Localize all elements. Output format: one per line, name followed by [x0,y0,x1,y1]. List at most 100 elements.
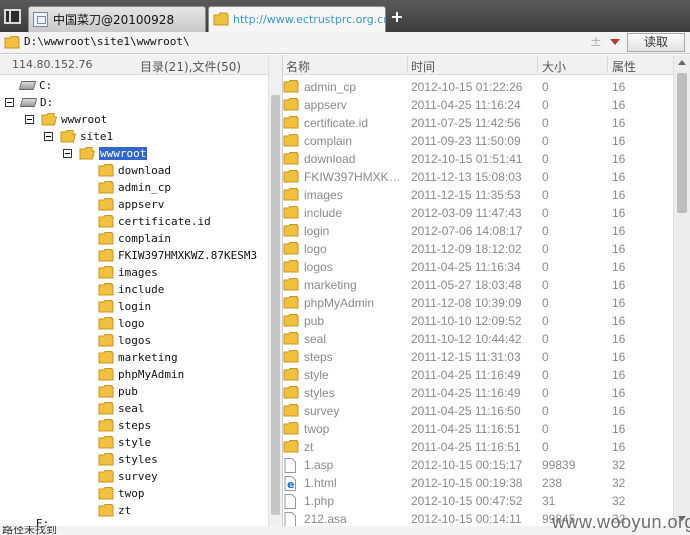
path-input[interactable]: D:\wwwroot\site1\wwwroot\ [24,35,190,48]
file-row[interactable]: certificate.id 2011-07-25 11:42:56 0 16 [283,114,673,132]
file-row[interactable]: pub 2011-10-10 12:09:52 0 16 [283,312,673,330]
file-size: 0 [542,314,549,328]
tree-folder[interactable]: phpMyAdmin [98,366,184,383]
tree-folder[interactable]: complain [98,230,171,247]
tree-folder[interactable]: marketing [98,349,178,366]
file-row[interactable]: survey 2011-04-25 11:16:50 0 16 [283,402,673,420]
tree-folder[interactable]: certificate.id [98,213,211,230]
file-row[interactable]: logo 2011-12-09 18:12:02 0 16 [283,240,673,258]
tree-folder[interactable]: twop [98,485,145,502]
scroll-thumb[interactable] [677,73,687,213]
file-name: login [304,224,330,238]
column-size[interactable]: 大小 [542,58,566,75]
column-time[interactable]: 时间 [411,58,435,75]
tree-folder[interactable]: survey [98,468,158,485]
file-row[interactable]: styles 2011-04-25 11:16:49 0 16 [283,384,673,402]
file-size: 0 [542,80,549,94]
scroll-up-icon[interactable] [678,60,686,65]
scroll-thumb[interactable] [271,95,280,515]
folder-icon [98,419,114,432]
tree-drive-d[interactable]: D: [5,94,53,111]
file-size: 0 [542,152,549,166]
tree-folder[interactable]: FKIW397HMXKWZ.87KESM3 [98,247,257,264]
file-attr: 16 [612,80,626,94]
column-divider[interactable] [537,57,538,73]
tree-folder[interactable]: steps [98,417,151,434]
folder-icon [283,98,299,112]
file-row[interactable]: e 1.html 2012-10-15 00:19:38 238 32 [283,474,673,492]
file-row[interactable]: FKIW397HMXKWZ... 2011-12-13 15:08:03 0 16 [283,168,673,186]
file-row[interactable]: style 2011-04-25 11:16:49 0 16 [283,366,673,384]
tree-folder[interactable]: style [98,434,151,451]
tree-folder[interactable]: appserv [98,196,164,213]
file-attr: 16 [612,134,626,148]
column-divider[interactable] [607,57,608,73]
folder-icon [98,317,114,330]
column-divider[interactable] [407,57,408,73]
tree-folder[interactable]: logo [98,315,145,332]
file-time: 2012-10-15 00:47:52 [411,494,523,508]
tree-folder[interactable]: logos [98,332,151,349]
tree-folder[interactable]: styles [98,451,158,468]
folder-open-icon [60,130,76,143]
file-row[interactable]: seal 2011-10-12 10:44:42 0 16 [283,330,673,348]
file-name: 1.php [304,494,335,508]
file-row[interactable]: 1.asp 2012-10-15 00:15:17 99839 32 [283,456,673,474]
tree-folder[interactable]: images [98,264,158,281]
collapse-toggle-icon[interactable] [25,115,34,124]
folder-icon [283,206,299,220]
file-row[interactable]: login 2012-07-06 14:08:17 0 16 [283,222,673,240]
file-row[interactable]: download 2012-10-15 01:51:41 0 16 [283,150,673,168]
collapse-toggle-icon[interactable] [63,149,72,158]
tree-folder[interactable]: download [98,162,171,179]
file-name: images [304,188,343,202]
new-tab-button[interactable]: + [390,8,404,26]
collapse-toggle-icon[interactable] [5,98,14,107]
tree-header: 114.80.152.76 目录(21),文件(50) [0,55,268,75]
file-name: 212.asa [304,512,347,526]
tree-folder[interactable]: login [98,298,151,315]
tree-node-wwwroot-selected[interactable]: wwwroot [63,145,148,162]
folder-icon [283,296,299,310]
tree-folder[interactable]: include [98,281,164,298]
tree-scrollbar[interactable] [268,55,282,526]
tab-site[interactable]: http://www.ectrustprc.org.cn... [208,6,386,32]
file-row[interactable]: admin_cp 2012-10-15 01:22:26 0 16 [283,78,673,96]
file-row[interactable]: marketing 2011-05-27 18:03:48 0 16 [283,276,673,294]
file-list-panel: 名称 时间 大小 属性 admin_cp 2012-10-15 01:22:26 0… [283,55,690,526]
file-name: complain [304,134,353,148]
file-row[interactable]: complain 2011-09-23 11:50:09 0 16 [283,132,673,150]
column-attr[interactable]: 属性 [612,58,636,75]
file-row[interactable]: logos 2011-04-25 11:16:34 0 16 [283,258,673,276]
tree-node-site1[interactable]: site1 [44,128,113,145]
file-row[interactable]: 1.php 2012-10-15 00:47:52 31 32 [283,492,673,510]
folder-icon [283,332,299,346]
file-row[interactable]: images 2011-12-15 11:35:53 0 16 [283,186,673,204]
file-list-scrollbar[interactable] [673,55,690,526]
file-attr: 16 [612,404,626,418]
file-row[interactable]: steps 2011-12-15 11:31:03 0 16 [283,348,673,366]
tab-chopper[interactable]: 中国菜刀@20100928 [28,6,206,32]
tree-folder[interactable]: admin_cp [98,179,171,196]
file-row[interactable]: appserv 2011-04-25 11:16:24 0 16 [283,96,673,114]
file-attr: 16 [612,350,626,364]
folder-icon [283,152,299,166]
chevron-down-icon[interactable] [610,39,620,45]
tree-folder[interactable]: pub [98,383,138,400]
file-row[interactable]: phpMyAdmin 2011-12-08 10:39:09 0 16 [283,294,673,312]
file-size: 0 [542,242,549,256]
add-bookmark-icon[interactable]: ± [590,34,602,50]
tree-folder[interactable]: zt [98,502,131,519]
read-button[interactable]: 读取 [627,33,685,52]
file-size: 0 [542,422,549,436]
collapse-toggle-icon[interactable] [44,132,53,141]
window-menu-icon[interactable] [4,9,21,24]
file-row[interactable]: zt 2011-04-25 11:16:51 0 16 [283,438,673,456]
tree-node-wwwroot[interactable]: wwwroot [25,111,107,128]
tree-folder[interactable]: seal [98,400,145,417]
file-row[interactable]: include 2012-03-09 11:47:43 0 16 [283,204,673,222]
tree-drive-c[interactable]: C: [18,77,52,94]
column-name[interactable]: 名称 [286,58,310,75]
file-row[interactable]: twop 2011-04-25 11:16:51 0 16 [283,420,673,438]
tree-label: admin_cp [118,181,171,194]
